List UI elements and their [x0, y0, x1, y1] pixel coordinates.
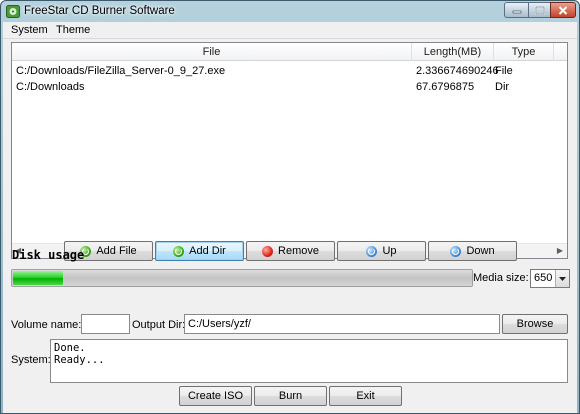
red-circle-icon — [262, 245, 274, 257]
menu-system[interactable]: System — [11, 24, 48, 36]
close-button[interactable] — [550, 2, 576, 18]
column-header-file[interactable]: File — [12, 43, 412, 61]
remove-button[interactable]: Remove — [246, 241, 335, 261]
system-label: System: — [11, 354, 51, 366]
maximize-icon — [534, 5, 545, 15]
app-window: FreeStar CD Burner Software System Theme… — [0, 0, 580, 414]
up-button[interactable]: Up — [337, 241, 426, 261]
client-area: System Theme File Length(MB) Type C:/Dow… — [3, 22, 577, 413]
volume-name-input[interactable] — [81, 314, 130, 334]
add-dir-label: Add Dir — [189, 245, 226, 257]
disk-usage-label: Disk usage — [12, 248, 85, 262]
close-icon — [558, 5, 568, 15]
window-title: FreeStar CD Burner Software — [24, 5, 175, 17]
column-header-type[interactable]: Type — [494, 43, 554, 61]
table-header: File Length(MB) Type — [12, 43, 567, 61]
volume-name-label: Volume name: — [11, 319, 82, 331]
title-bar[interactable]: FreeStar CD Burner Software — [1, 1, 579, 22]
system-log[interactable]: Done. Ready... — [50, 339, 568, 383]
output-dir-input[interactable]: C:/Users/yzf/ — [184, 314, 500, 334]
create-iso-button[interactable]: Create ISO — [179, 386, 252, 406]
table-row[interactable]: C:/Downloads 67.6796875 Dir — [12, 79, 557, 96]
log-line: Ready... — [54, 354, 105, 366]
row-file: C:/Downloads — [16, 81, 85, 93]
minimize-icon — [512, 10, 521, 14]
maximize-button[interactable] — [528, 2, 550, 18]
app-icon — [6, 5, 20, 18]
remove-label: Remove — [278, 245, 319, 257]
add-dir-button[interactable]: Add Dir — [155, 241, 244, 261]
up-label: Up — [382, 245, 397, 257]
row-type: File — [495, 65, 513, 77]
minimize-button[interactable] — [504, 2, 528, 18]
green-refresh-icon — [173, 245, 185, 257]
menu-bar: System Theme — [3, 22, 577, 39]
blue-refresh-icon — [450, 245, 462, 257]
media-size-value: 650 — [534, 272, 553, 284]
menu-theme[interactable]: Theme — [56, 24, 90, 36]
disk-usage-fill — [13, 271, 63, 285]
blue-refresh-icon — [366, 245, 378, 257]
output-dir-label: Output Dir: — [132, 319, 186, 331]
log-line: Done. — [54, 342, 86, 354]
disk-usage-bar — [11, 269, 473, 287]
down-label: Down — [466, 245, 495, 257]
row-type: Dir — [495, 81, 510, 93]
exit-button[interactable]: Exit — [329, 386, 402, 406]
column-header-length[interactable]: Length(MB) — [412, 43, 494, 61]
dropdown-arrow-icon[interactable] — [555, 270, 569, 287]
media-size-select[interactable]: 650 — [530, 269, 570, 288]
browse-button[interactable]: Browse — [502, 314, 568, 334]
row-length: 67.6796875 — [416, 81, 475, 93]
row-file: C:/Downloads/FileZilla_Server-0_9_27.exe — [16, 65, 226, 77]
add-file-label: Add File — [96, 245, 137, 257]
table-row[interactable]: C:/Downloads/FileZilla_Server-0_9_27.exe… — [12, 63, 557, 80]
down-button[interactable]: Down — [428, 241, 517, 261]
burn-button[interactable]: Burn — [254, 386, 327, 406]
row-length: 2.336674690246 — [416, 65, 499, 77]
file-table[interactable]: File Length(MB) Type C:/Downloads/FileZi… — [11, 42, 568, 259]
media-size-label: Media size: — [473, 272, 529, 284]
scroll-right-icon[interactable]: ▶ — [557, 246, 563, 255]
